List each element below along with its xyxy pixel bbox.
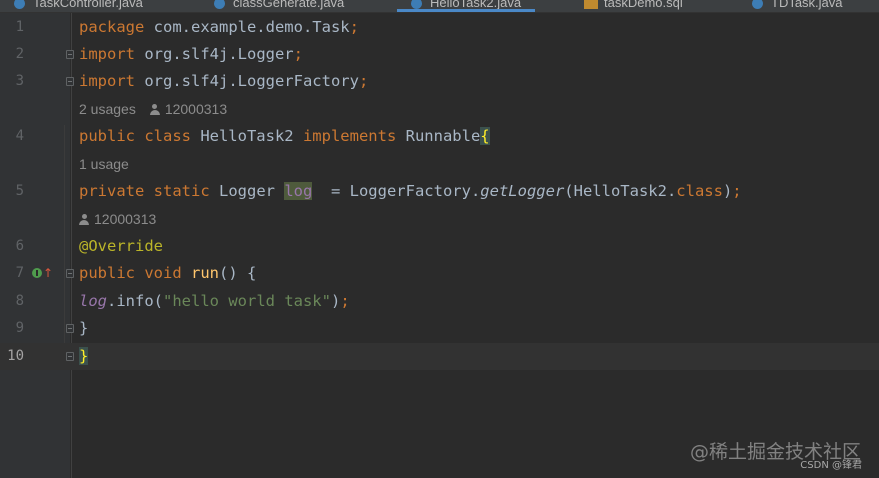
line-number: 7 [15,265,24,281]
tab-task-controller[interactable]: TaskController.java [14,0,143,12]
code-line-10[interactable]: 10 } [0,343,879,370]
code-line-3[interactable]: 3 import org.slf4j.LoggerFactory; [0,68,879,95]
tab-class-generate[interactable]: classGenerate.java [214,0,344,12]
editor-tab-bar: TaskController.java classGenerate.java H… [0,0,879,13]
java-class-icon [214,0,225,10]
code-vision-hint[interactable]: 1 usage [79,151,129,178]
fold-marker-icon[interactable] [66,324,74,333]
line-number: 9 [15,320,24,336]
code-text[interactable]: @Override [79,233,163,260]
line-number: 1 [15,19,24,35]
tab-label: classGenerate.java [233,0,345,10]
code-line-6[interactable]: 6 @Override [0,233,879,260]
line-number: 10 [7,348,24,364]
line-number: 2 [15,46,24,62]
code-text[interactable]: log.info("hello world task"); [79,288,350,315]
line-number: 5 [15,183,24,199]
fold-marker-icon[interactable] [66,50,74,59]
code-text[interactable]: package com.example.demo.Task; [79,14,359,41]
tab-label: TaskController.java [33,0,143,10]
code-text[interactable]: public class HelloTask2 implements Runna… [79,123,490,150]
code-vision-hint[interactable]: 12000313 [79,206,156,233]
line-number: 6 [15,238,24,254]
line-number: 3 [15,73,24,89]
java-class-icon [14,0,25,10]
fold-marker-icon[interactable] [66,77,74,86]
fold-marker-icon[interactable] [66,352,74,361]
code-text[interactable]: import org.slf4j.Logger; [79,41,303,68]
code-text[interactable]: import org.slf4j.LoggerFactory; [79,68,368,95]
code-line-5[interactable]: 5 private static Logger log = LoggerFact… [0,178,879,205]
tab-task-demo-sql[interactable]: taskDemo.sql [584,0,683,12]
code-line-1[interactable]: 1 package com.example.demo.Task; [0,14,879,41]
code-text[interactable]: } [79,343,89,370]
author-hint[interactable]: 12000313 [94,211,156,227]
code-text[interactable]: public void run() { [79,260,256,287]
up-arrow-icon[interactable]: ↑ [43,267,53,279]
sql-file-icon [584,0,598,9]
line-number: 4 [15,128,24,144]
code-text[interactable]: private static Logger log = LoggerFactor… [79,178,742,205]
override-method-icon[interactable] [32,268,42,278]
person-icon [79,214,89,225]
person-icon [149,104,160,115]
java-class-icon [752,0,763,10]
code-line-7[interactable]: 7 ↑ public void run() { [0,260,879,287]
tab-td-task[interactable]: TDTask.java [752,0,843,12]
line-number: 8 [15,293,24,309]
code-line-8[interactable]: 8 log.info("hello world task"); [0,288,879,315]
code-vision-hint[interactable]: 2 usages 12000313 [79,96,227,123]
author-hint[interactable]: 12000313 [165,101,227,117]
code-text[interactable]: } [79,315,88,342]
tab-label: TDTask.java [771,0,843,10]
csdn-watermark: CSDN @锋君 [800,460,862,471]
code-line-4[interactable]: 4 public class HelloTask2 implements Run… [0,123,879,150]
code-line-2[interactable]: 2 import org.slf4j.Logger; [0,41,879,68]
usages-hint[interactable]: 2 usages [79,101,136,117]
fold-marker-icon[interactable] [66,269,74,278]
tab-hello-task2[interactable]: HelloTask2.java [396,0,536,12]
tab-label: HelloTask2.java [430,0,522,10]
code-line-9[interactable]: 9 } [0,315,879,342]
tab-label: taskDemo.sql [604,0,683,10]
java-class-icon [411,0,422,10]
usages-hint[interactable]: 1 usage [79,156,129,172]
